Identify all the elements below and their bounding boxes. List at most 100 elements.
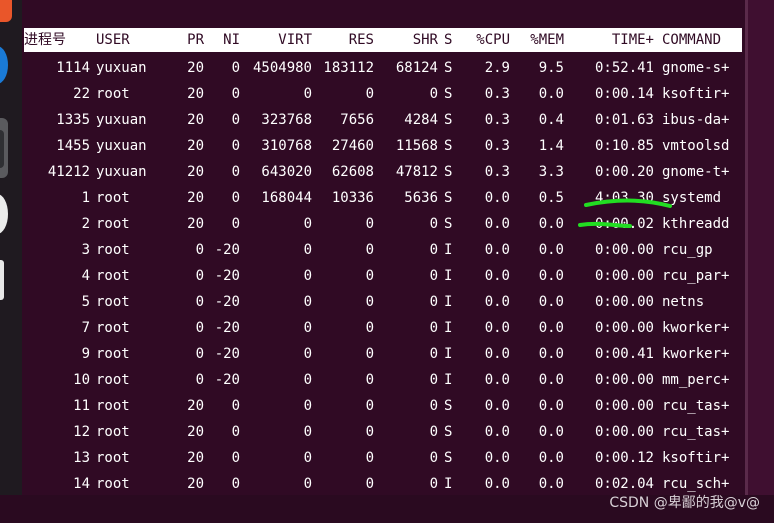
process-pid: 1 xyxy=(81,190,90,206)
process-cpu: 0.0 xyxy=(484,346,510,362)
process-mem: 0.0 xyxy=(538,346,564,362)
process-row[interactable]: 11 root 20 0 0 0 0 S 0.0 0.0 0:00.00 rcu_tas+ xyxy=(24,393,742,419)
process-s: S xyxy=(444,86,453,102)
header-cpu: %CPU xyxy=(476,32,510,48)
app-icon-white-rect[interactable] xyxy=(0,260,4,300)
process-user: root xyxy=(96,86,130,102)
process-ni: 0 xyxy=(231,476,240,492)
process-user: yuxuan xyxy=(96,138,147,154)
process-shr: 0 xyxy=(429,216,438,232)
process-time: 0:00.00 xyxy=(594,424,654,440)
process-pr: 20 xyxy=(187,216,204,232)
process-virt: 168044 xyxy=(261,190,312,206)
process-mem: 9.5 xyxy=(538,60,564,76)
process-pid: 3 xyxy=(81,242,90,258)
process-s: I xyxy=(444,294,453,310)
process-cpu: 0.3 xyxy=(484,138,510,154)
process-row[interactable]: 10 root 0 -20 0 0 0 I 0.0 0.0 0:00.00 mm_perc+ xyxy=(24,367,742,393)
process-mem: 0.5 xyxy=(538,190,564,206)
process-virt: 0 xyxy=(303,268,312,284)
process-mem: 0.0 xyxy=(538,476,564,492)
process-shr: 0 xyxy=(429,450,438,466)
process-row[interactable]: 3 root 0 -20 0 0 0 I 0.0 0.0 0:00.00 rcu_gp xyxy=(24,237,742,263)
process-ni: -20 xyxy=(214,372,240,388)
process-pid: 12 xyxy=(73,424,90,440)
process-pr: 20 xyxy=(187,398,204,414)
header-ni: NI xyxy=(223,32,240,48)
process-cpu: 2.9 xyxy=(484,60,510,76)
process-mem: 0.0 xyxy=(538,86,564,102)
process-command: rcu_par+ xyxy=(662,268,730,284)
process-row[interactable]: 22 root 20 0 0 0 0 S 0.3 0.0 0:00.14 ksoftir+ xyxy=(24,81,742,107)
process-shr: 0 xyxy=(429,346,438,362)
process-virt: 0 xyxy=(303,216,312,232)
process-res: 0 xyxy=(365,242,374,258)
dock xyxy=(0,0,22,523)
process-shr: 0 xyxy=(429,398,438,414)
process-mem: 3.3 xyxy=(538,164,564,180)
process-s: S xyxy=(444,164,453,180)
process-virt: 0 xyxy=(303,86,312,102)
process-res: 7656 xyxy=(340,112,374,128)
process-time: 0:00.00 xyxy=(594,242,654,258)
process-pr: 0 xyxy=(195,242,204,258)
app-icon-white[interactable] xyxy=(0,194,8,234)
process-row[interactable]: 4 root 0 -20 0 0 0 I 0.0 0.0 0:00.00 rcu_par+ xyxy=(24,263,742,289)
app-icon-active[interactable] xyxy=(0,118,8,178)
header-s: S xyxy=(444,32,453,48)
process-shr: 0 xyxy=(429,294,438,310)
process-cpu: 0.0 xyxy=(484,476,510,492)
process-user: yuxuan xyxy=(96,60,147,76)
process-virt: 0 xyxy=(303,372,312,388)
process-s: I xyxy=(444,346,453,362)
process-pid: 22 xyxy=(73,86,90,102)
header-mem: %MEM xyxy=(530,32,564,48)
process-user: root xyxy=(96,346,130,362)
process-row[interactable]: 1 root 20 0 168044 10336 5636 S 0.0 0.5 4:03.30 sys… xyxy=(24,185,742,211)
process-s: S xyxy=(444,216,453,232)
process-shr: 0 xyxy=(429,86,438,102)
process-ni: -20 xyxy=(214,268,240,284)
process-pid: 5 xyxy=(81,294,90,310)
process-row[interactable]: 1114 yuxuan 20 0 4504980 183112 68124 S 2.9 9.5 0:… xyxy=(24,55,742,81)
process-command: rcu_tas+ xyxy=(662,424,730,440)
process-row[interactable]: 5 root 0 -20 0 0 0 I 0.0 0.0 0:00.00 netns xyxy=(24,289,742,315)
process-row[interactable]: 1335 yuxuan 20 0 323768 7656 4284 S 0.3 0.4 0:01.6… xyxy=(24,107,742,133)
process-virt: 0 xyxy=(303,450,312,466)
process-row[interactable]: 12 root 20 0 0 0 0 S 0.0 0.0 0:00.00 rcu_tas+ xyxy=(24,419,742,445)
process-row[interactable]: 2 root 20 0 0 0 0 S 0.0 0.0 0:00.02 kthreadd xyxy=(24,211,742,237)
process-pid: 14 xyxy=(73,476,90,492)
process-pid: 2 xyxy=(81,216,90,232)
process-command: gnome-s+ xyxy=(662,60,730,76)
header-pid: 进程号 xyxy=(24,32,66,48)
process-time: 0:00.14 xyxy=(594,86,654,102)
process-res: 10336 xyxy=(331,190,374,206)
process-command: kthreadd xyxy=(662,216,730,232)
process-row[interactable]: 41212 yuxuan 20 0 643020 62608 47812 S 0.3 3.3 0:0… xyxy=(24,159,742,185)
process-time: 0:00.02 xyxy=(594,216,654,232)
process-res: 27460 xyxy=(331,138,374,154)
process-row[interactable]: 9 root 0 -20 0 0 0 I 0.0 0.0 0:00.41 kworker+ xyxy=(24,341,742,367)
process-cpu: 0.3 xyxy=(484,86,510,102)
process-pr: 20 xyxy=(187,476,204,492)
process-mem: 0.0 xyxy=(538,216,564,232)
process-pr: 0 xyxy=(195,294,204,310)
process-user: yuxuan xyxy=(96,164,147,180)
process-row[interactable]: 13 root 20 0 0 0 0 S 0.0 0.0 0:00.12 ksoftir+ xyxy=(24,445,742,471)
process-cpu: 0.0 xyxy=(484,450,510,466)
process-pr: 0 xyxy=(195,268,204,284)
process-user: root xyxy=(96,320,130,336)
process-cpu: 0.0 xyxy=(484,268,510,284)
process-mem: 0.4 xyxy=(538,112,564,128)
process-mem: 0.0 xyxy=(538,424,564,440)
process-s: I xyxy=(444,242,453,258)
process-row[interactable]: 7 root 0 -20 0 0 0 I 0.0 0.0 0:00.00 kworker+ xyxy=(24,315,742,341)
process-row[interactable]: 1455 yuxuan 20 0 310768 27460 11568 S 0.3 1.4 0:10… xyxy=(24,133,742,159)
app-icon-blue[interactable] xyxy=(0,46,8,84)
process-ni: 0 xyxy=(231,164,240,180)
app-icon-orange[interactable] xyxy=(0,0,12,22)
process-time: 0:52.41 xyxy=(594,60,654,76)
process-shr: 0 xyxy=(429,424,438,440)
process-s: I xyxy=(444,372,453,388)
process-time: 0:10.85 xyxy=(594,138,654,154)
